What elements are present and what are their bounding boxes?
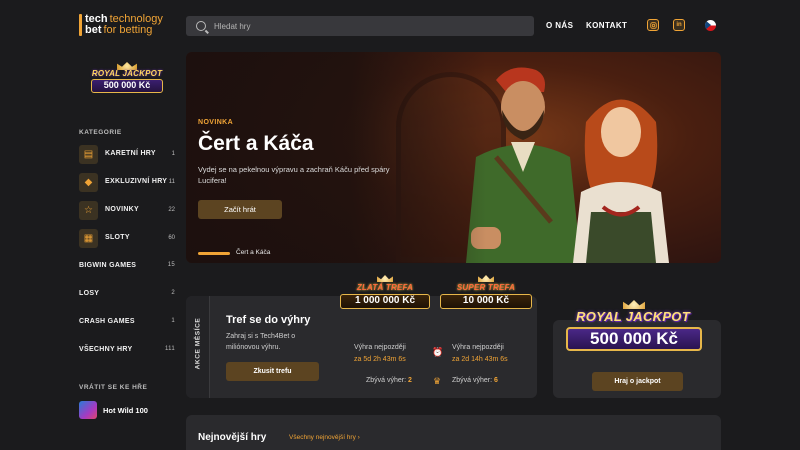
search-icon	[196, 21, 206, 31]
logo-mark	[79, 14, 82, 36]
super-trefa-badge[interactable]: SUPER TREFA 10 000 Kč	[436, 275, 536, 320]
crown-icon	[478, 275, 494, 282]
search-input[interactable]	[214, 21, 514, 31]
return-to-game-heading: VRÁTIT SE KE HŘE	[79, 384, 148, 391]
instagram-icon[interactable]	[647, 19, 659, 31]
newest-games-section: Nejnovější hry Všechny nejnovější hry ›	[186, 415, 721, 450]
sidebar-item-vsechny-hry[interactable]: VŠECHNY HRY 111	[79, 346, 175, 353]
newest-games-title: Nejnovější hry	[198, 432, 267, 443]
alarm-icon: ⏰	[432, 347, 444, 357]
nav-contact-link[interactable]: KONTAKT	[586, 21, 627, 30]
trophy-icon: ♛	[432, 376, 442, 386]
cards-icon: ▤	[79, 144, 98, 164]
zlata-trefa-badge[interactable]: ZLATÁ TREFA 1 000 000 Kč	[336, 275, 434, 320]
nav-about-link[interactable]: O NÁS	[546, 21, 573, 30]
sidebar: ROYAL JACKPOT 500 000 Kč KATEGORIE ▤ KAR…	[79, 52, 175, 450]
all-newest-games-link[interactable]: Všechny nejnovější hry ›	[289, 434, 360, 441]
sidebar-item-crash-games[interactable]: CRASH GAMES 1	[79, 318, 175, 325]
super-remaining: Zbývá výher: 6	[452, 377, 498, 384]
zlata-win-time: za 5d 2h 43m 6s	[354, 356, 406, 363]
sidebar-item-karetni-hry[interactable]: ▤ KARETNÍ HRY 1	[79, 143, 175, 165]
hero-tag: NOVINKA	[198, 119, 234, 126]
crown-icon	[623, 300, 645, 309]
play-jackpot-button[interactable]: Hraj o jackpot	[592, 372, 683, 391]
categories-heading: KATEGORIE	[79, 129, 122, 136]
sidebar-item-bigwin-games[interactable]: BIGWIN GAMES 15	[79, 262, 175, 269]
jackpot-value: 500 000 Kč	[91, 79, 163, 93]
sidebar-item-novinky[interactable]: ☆ NOVINKY 22	[79, 199, 175, 221]
royal-jackpot-badge[interactable]: ROYAL JACKPOT 500 000 Kč	[85, 62, 169, 102]
search-bar[interactable]	[186, 16, 534, 36]
promo-title: Tref se do výhry	[226, 314, 311, 326]
royal-jackpot-title: ROYAL JACKPOT	[576, 309, 690, 324]
slide-label[interactable]: Čert a Káča	[236, 249, 270, 256]
slot-icon: ▦	[79, 228, 98, 248]
zlata-remaining: Zbývá výher: 2	[366, 377, 412, 384]
jackpot-title: ROYAL JACKPOT	[91, 69, 163, 78]
sidebar-item-sloty[interactable]: ▦ SLOTY 60	[79, 227, 175, 249]
czech-flag-icon[interactable]	[705, 20, 716, 31]
recent-game-label: Hot Wild 100	[103, 405, 148, 415]
game-thumbnail	[79, 401, 97, 419]
zlata-win-label: Výhra nejpozději	[354, 344, 406, 351]
linkedin-icon[interactable]: in	[673, 19, 685, 31]
hero-banner[interactable]: NOVINKA Čert a Káča Vydej se na pekelnou…	[186, 52, 721, 263]
logo-word-bet: bet	[85, 24, 102, 36]
promo-description: Zahraj si s Tech4Bet o miliónovou výhru.	[226, 333, 296, 351]
monthly-promo-label: AKCE MĚSÍCE	[194, 317, 202, 370]
recent-game-item[interactable]: Hot Wild 100	[79, 401, 148, 419]
logo[interactable]: tech technology bet for betting	[79, 14, 163, 38]
hero-description: Vydej se na pekelnou výpravu a zachraň K…	[198, 165, 390, 185]
super-win-label: Výhra nejpozději	[452, 344, 504, 351]
start-playing-button[interactable]: Začít hrát	[198, 200, 282, 219]
star-icon: ☆	[79, 200, 98, 220]
logo-word-for-betting: for betting	[103, 24, 153, 36]
diamond-icon: ◆	[79, 172, 98, 192]
slide-progress-indicator[interactable]	[198, 252, 230, 255]
sidebar-item-losy[interactable]: LOSY 2	[79, 290, 175, 297]
crown-icon	[377, 275, 393, 282]
royal-jackpot-banner[interactable]: ROYAL JACKPOT 500 000 Kč	[563, 300, 703, 358]
hero-title: Čert a Káča	[198, 132, 314, 155]
sidebar-item-exkluzivni-hry[interactable]: ◆ EXKLUZIVNÍ HRY 11	[79, 171, 175, 193]
try-hit-button[interactable]: Zkusit trefu	[226, 362, 319, 381]
header: tech technology bet for betting O NÁS KO…	[0, 0, 800, 52]
super-win-time: za 2d 14h 43m 6s	[452, 356, 508, 363]
royal-jackpot-value: 500 000 Kč	[566, 327, 702, 351]
hero-character-woman	[573, 99, 669, 263]
